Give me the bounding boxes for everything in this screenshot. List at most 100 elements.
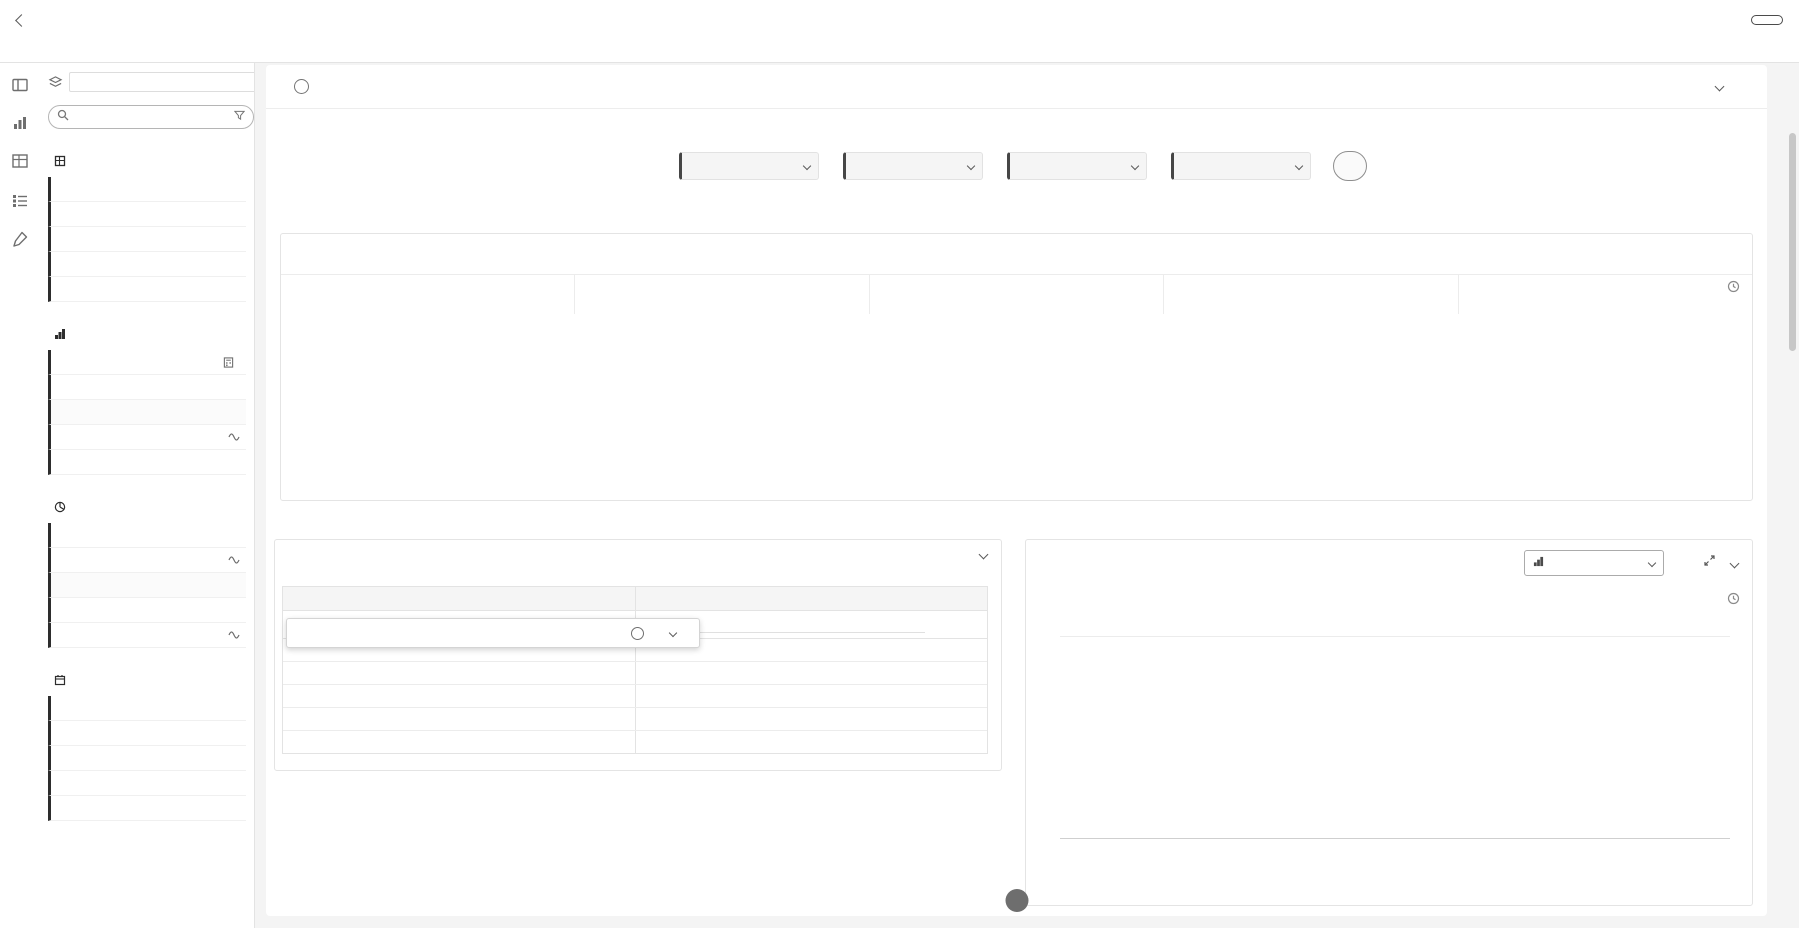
trend-wave-icon [228, 432, 240, 442]
segment-item-premieres-visites[interactable] [48, 623, 246, 648]
dimensions-icon [54, 155, 66, 167]
layers-icon [48, 75, 63, 90]
table-row[interactable] [283, 685, 987, 708]
dimensions-items [48, 177, 246, 302]
vertical-scrollbar[interactable] [1789, 133, 1796, 351]
segment-item-sessions-engagement[interactable] [48, 523, 246, 548]
table-row[interactable] [283, 708, 987, 731]
bar-legend[interactable] [1042, 592, 1052, 606]
donut-segment-gap [1016, 346, 1018, 365]
dimension-item-details-canal[interactable] [48, 277, 246, 302]
info-icon[interactable] [631, 627, 644, 640]
metric-column-header[interactable] [635, 587, 987, 610]
chevron-down-icon [1648, 559, 1656, 567]
periodes-header [48, 668, 246, 692]
back-button[interactable] [10, 9, 32, 31]
annotate-brush-icon[interactable] [8, 227, 32, 251]
mesure-item-engagement-rate[interactable] [48, 350, 246, 375]
donut-card-header [281, 234, 1752, 259]
viz-color-dot [1040, 559, 1049, 568]
filtrer-par-dropdown[interactable] [1007, 152, 1147, 180]
segments-items [48, 523, 246, 648]
legend-swatch [1176, 285, 1186, 295]
freeform-table-icon[interactable] [8, 149, 32, 173]
freeform-table [282, 586, 988, 754]
active-dropdown[interactable] [1171, 152, 1311, 180]
analyser-dropdown[interactable] [679, 152, 819, 180]
apercu-rapide-panel [266, 65, 1767, 916]
value-cell[interactable] [635, 685, 987, 707]
expand-icon[interactable] [1703, 554, 1716, 572]
section-segments [48, 495, 246, 648]
search-input[interactable] [74, 110, 229, 124]
mesure-item-visites[interactable] [48, 375, 246, 400]
periodes-items [48, 696, 246, 821]
donut-chart-area [281, 318, 1752, 468]
legend-swatch [1042, 596, 1052, 606]
dimension-item-linklabel[interactable] [48, 227, 246, 252]
freeform-table-card [274, 539, 1002, 771]
segments-icon [54, 501, 66, 513]
section-mesures [48, 322, 246, 475]
resync-builder-button[interactable] [1333, 151, 1367, 181]
chevron-down-icon [802, 162, 810, 170]
filter-funnel-icon[interactable] [234, 108, 245, 126]
workspace-canvas [255, 63, 1799, 928]
viz-type-select[interactable] [1524, 550, 1664, 576]
donut-card [280, 233, 1753, 501]
mesures-items [48, 350, 246, 475]
tutorial-highlight-table-icon [6, 147, 34, 175]
legend-item[interactable] [1458, 275, 1752, 314]
panel-top-input[interactable] [69, 72, 255, 92]
left-icon-rail [0, 63, 40, 928]
legend-item[interactable] [281, 275, 574, 314]
dimension-item-page[interactable] [48, 177, 246, 202]
time-range-clock-icon[interactable] [1727, 280, 1740, 298]
chevron-down-icon [1294, 162, 1302, 170]
value-cell[interactable] [635, 708, 987, 730]
dimension-item-pageurl[interactable] [48, 252, 246, 277]
periode-item-60-derniers-jours[interactable] [48, 796, 246, 821]
periode-item-30-derniers-jours[interactable] [48, 696, 246, 721]
components-panel [40, 63, 255, 928]
periode-item-dernier-trimestre[interactable] [48, 771, 246, 796]
collapse-chevron-icon[interactable] [979, 550, 989, 560]
mesure-item-pageview[interactable] [48, 450, 246, 475]
dimension-item-canal-marketing[interactable] [48, 202, 246, 227]
time-range-clock-icon[interactable] [1727, 592, 1740, 610]
visualizations-icon[interactable] [8, 111, 32, 135]
trend-wave-icon [228, 555, 240, 565]
freeform-card-header [275, 540, 1001, 565]
collapse-panel-chevron-icon[interactable] [1715, 82, 1725, 92]
value-cell[interactable] [635, 731, 987, 754]
periode-item-cette-annee[interactable] [48, 746, 246, 771]
legend-item[interactable] [574, 275, 868, 314]
section-dimensions [48, 149, 246, 302]
tutorial-highlight-segments [48, 499, 77, 515]
donut-ring[interactable] [961, 346, 1073, 458]
mesure-item-temps-moyen[interactable] [48, 425, 246, 450]
segment-item-toutes-les-visites[interactable] [48, 598, 246, 623]
components-list-icon[interactable] [8, 189, 32, 213]
panels-icon[interactable] [8, 73, 32, 97]
mesure-item-dash[interactable] [48, 400, 246, 425]
add-visualization-button[interactable] [1005, 889, 1028, 912]
share-button[interactable] [1751, 15, 1783, 25]
segment-item-empty[interactable] [48, 573, 246, 598]
table-row[interactable] [283, 731, 987, 754]
value-cell[interactable] [635, 662, 987, 684]
help-icon[interactable] [294, 79, 309, 94]
legend-item[interactable] [1163, 275, 1457, 314]
chevron-down-icon[interactable] [669, 629, 677, 637]
calculated-metric-icon [223, 357, 234, 368]
title-row [0, 0, 1799, 36]
legend-item[interactable] [869, 275, 1163, 314]
section-periodes [48, 668, 246, 821]
en-fonction-de-dropdown[interactable] [843, 152, 983, 180]
segment-item-visites-recurrentes[interactable] [48, 548, 246, 573]
viz-color-dot [295, 244, 304, 253]
collapse-chevron-icon[interactable] [1730, 558, 1740, 568]
top-bar [0, 0, 1799, 63]
periode-item-ce-trimestre[interactable] [48, 721, 246, 746]
table-row[interactable] [283, 662, 987, 685]
